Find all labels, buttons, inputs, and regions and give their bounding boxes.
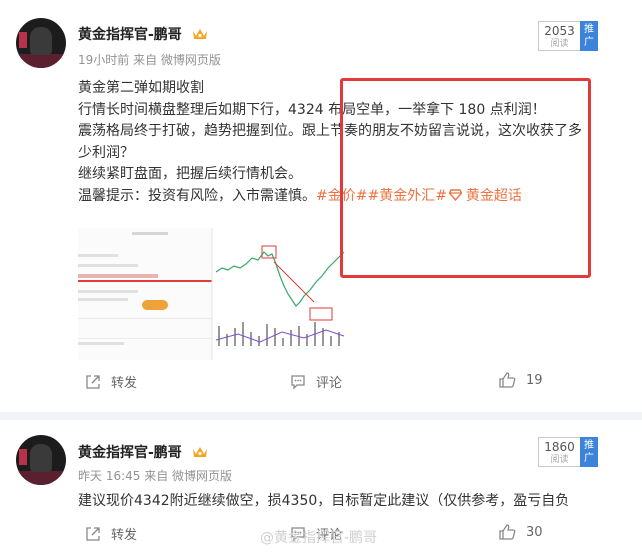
crown-badge-icon bbox=[192, 29, 207, 39]
avatar[interactable] bbox=[16, 18, 66, 68]
author-name-text[interactable]: 黄金指挥官-鹏哥 bbox=[78, 445, 182, 461]
read-counter: 1860 阅读 推广 bbox=[538, 437, 598, 467]
like-action[interactable]: 30 bbox=[499, 524, 543, 540]
author-name[interactable]: 黄金指挥官-鹏哥 bbox=[78, 442, 208, 462]
share-action[interactable]: 转发 bbox=[85, 524, 137, 543]
post-image[interactable] bbox=[78, 228, 346, 360]
thumbs-up-icon bbox=[499, 372, 516, 388]
comment-label[interactable]: 评论 bbox=[316, 372, 342, 391]
share-label[interactable]: 转发 bbox=[111, 372, 137, 391]
post-meta: 19小时前 来自 微博网页版 bbox=[78, 53, 221, 67]
like-count[interactable]: 19 bbox=[526, 373, 543, 388]
promote-button[interactable]: 推广 bbox=[580, 437, 598, 467]
author-name-text[interactable]: 黄金指挥官-鹏哥 bbox=[78, 27, 182, 43]
crown-badge-icon bbox=[192, 447, 207, 457]
risk-tip: 温馨提示：投资有风险，入市需谨慎。 bbox=[78, 187, 316, 204]
thumbs-up-icon bbox=[499, 524, 516, 540]
comment-icon bbox=[291, 374, 305, 390]
share-label[interactable]: 转发 bbox=[111, 524, 137, 543]
post-card-1: 黄金指挥官-鹏哥 19小时前 来自 微博网页版 2053 阅读 推广 黄金第二弹如… bbox=[0, 0, 642, 412]
like-count[interactable]: 30 bbox=[526, 525, 543, 540]
author-name[interactable]: 黄金指挥官-鹏哥 bbox=[78, 24, 208, 44]
chart-screenshot-picture bbox=[78, 228, 345, 360]
post-body: 建议现价4342附近继续做空，损4350，目标暂定此建议（仅供参考，盈亏自负 bbox=[78, 493, 570, 509]
watermark: @黄金指挥官-鹏哥 bbox=[260, 530, 378, 546]
read-count: 2053 bbox=[544, 24, 575, 38]
read-label: 阅读 bbox=[550, 455, 569, 465]
share-icon bbox=[86, 374, 100, 389]
read-count: 1860 bbox=[544, 440, 575, 454]
highlight-box bbox=[340, 78, 591, 278]
avatar[interactable] bbox=[16, 435, 66, 485]
post-meta: 昨天 16:45 来自 微博网页版 bbox=[78, 469, 233, 483]
post-actions: 转发 评论 19 bbox=[0, 372, 642, 412]
read-counter: 2053 阅读 推广 bbox=[538, 21, 598, 51]
share-action[interactable]: 转发 bbox=[85, 372, 137, 391]
like-action[interactable]: 19 bbox=[499, 372, 543, 388]
promote-button[interactable]: 推广 bbox=[580, 21, 598, 51]
read-label: 阅读 bbox=[550, 39, 569, 49]
share-icon bbox=[86, 526, 100, 541]
comment-action[interactable]: 评论 bbox=[290, 372, 342, 391]
